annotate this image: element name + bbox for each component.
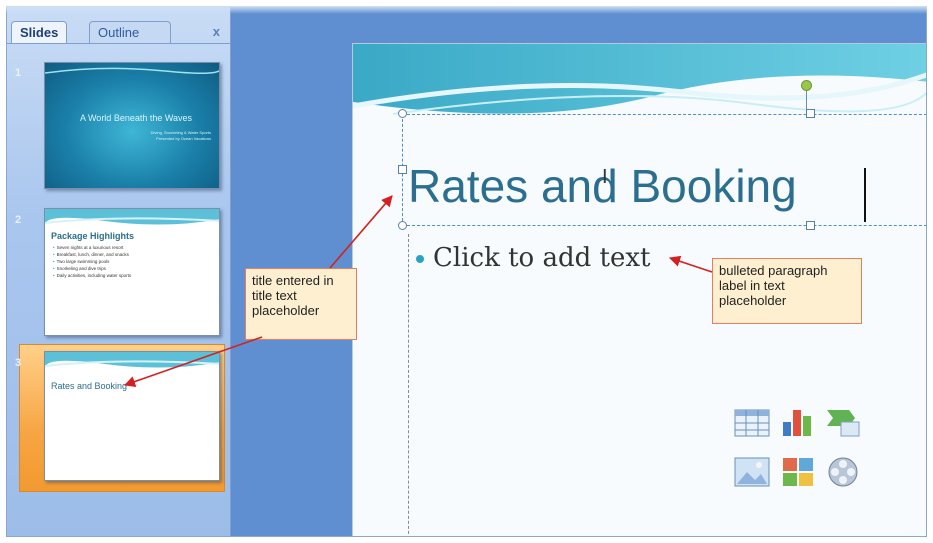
text-insertion-point	[864, 168, 866, 222]
slide-number: 3	[15, 357, 22, 369]
mouse-ibeam-pointer: I	[602, 166, 608, 188]
thumbnail-bullet: Snorkeling and dive trips	[53, 265, 131, 272]
tab-slides[interactable]: Slides	[11, 21, 68, 43]
sizing-handle[interactable]	[398, 165, 407, 174]
torn-edge-shading	[6, 6, 927, 14]
thumbnail-title: A World Beneath the Waves	[79, 113, 193, 123]
table-icon[interactable]	[733, 404, 771, 440]
rotation-handle[interactable]	[801, 80, 812, 91]
tab-divider	[7, 43, 231, 44]
thumbnail-subtitle: Diving, Snorkeling & Water Sports Presen…	[91, 130, 211, 142]
sizing-handle[interactable]	[806, 109, 815, 118]
slide-number: 2	[15, 214, 22, 226]
thumbnail-title: Rates and Booking	[51, 381, 128, 391]
thumbnail-bullet: Daily activities, including water sports	[53, 272, 132, 279]
bullet-icon	[416, 255, 424, 263]
slides-pane: Slides Outline x 1 A World Beneath the W…	[7, 7, 231, 536]
close-pane-icon[interactable]: x	[213, 24, 220, 39]
thumbnail-bullet: Two large swimming pools	[53, 258, 131, 265]
thumbnail-subtitle-line: Presented by Ocean Vacations	[156, 136, 211, 141]
slide-swoosh-graphic	[45, 67, 219, 74]
thumbnail-bullets: Seven nights at a luxurious resort Break…	[53, 244, 132, 279]
sizing-handle[interactable]	[398, 109, 407, 118]
thumbnail-bullet: Seven nights at a luxurious resort	[53, 244, 131, 251]
media-clip-icon[interactable]	[825, 454, 863, 490]
text-placeholder-border	[408, 234, 410, 536]
chart-icon[interactable]	[779, 404, 817, 440]
clipart-icon[interactable]	[779, 454, 817, 490]
content-icons	[733, 404, 865, 504]
slide-swoosh-graphic	[45, 209, 219, 225]
slide-number: 1	[15, 67, 22, 79]
smartart-icon[interactable]	[825, 404, 863, 440]
text-placeholder[interactable]: Click to add text	[433, 243, 650, 273]
sizing-handle[interactable]	[806, 221, 815, 230]
slide-swoosh-graphic	[45, 352, 219, 368]
thumbnail-bullet: Breakfast, lunch, dinner, and snacks	[53, 251, 131, 258]
sizing-handle[interactable]	[398, 221, 407, 230]
thumbnail-title: Package Highlights	[51, 231, 135, 241]
slide-header-swoosh	[353, 44, 926, 115]
callout-title-entered: title entered in title text placeholder	[245, 268, 357, 340]
slide-thumbnail-3[interactable]: Rates and Booking	[44, 351, 220, 481]
picture-icon[interactable]	[733, 454, 771, 490]
callout-bulleted-paragraph: bulleted paragraph label in text placeho…	[712, 258, 862, 324]
slide-thumbnail-2[interactable]: Package Highlights Seven nights at a lux…	[44, 208, 220, 336]
slide-thumbnail-1[interactable]: A World Beneath the Waves Diving, Snorke…	[44, 62, 220, 189]
tab-outline[interactable]: Outline	[89, 21, 171, 43]
pane-tabs: Slides Outline	[7, 17, 231, 43]
